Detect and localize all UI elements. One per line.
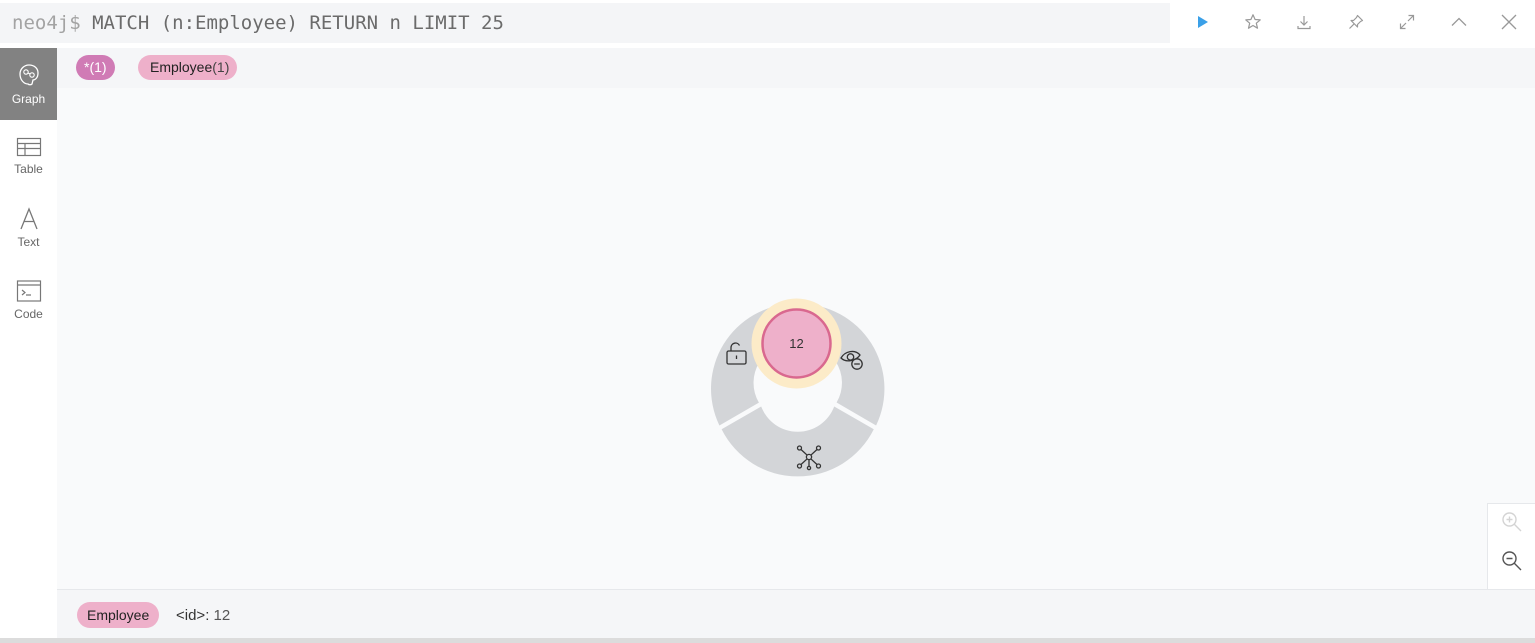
query-editor[interactable]: neo4j$ MATCH (n:Employee) RETURN n LIMIT… xyxy=(0,3,1170,43)
query-bar: neo4j$ MATCH (n:Employee) RETURN n LIMIT… xyxy=(0,0,1535,46)
query-prompt: neo4j$ xyxy=(12,12,81,34)
graph-icon xyxy=(18,64,39,86)
query-text[interactable]: MATCH (n:Employee) RETURN n LIMIT 25 xyxy=(92,12,504,34)
label-pill-employee[interactable]: Employee(1) xyxy=(138,55,238,80)
code-icon xyxy=(16,280,41,302)
sidebar-item-graph[interactable]: Graph xyxy=(0,48,57,120)
pin-button[interactable] xyxy=(1342,8,1370,36)
zoom-out-button[interactable] xyxy=(1500,549,1524,573)
zoom-controls xyxy=(1487,503,1535,590)
play-icon xyxy=(1198,16,1208,28)
property-key: <id>: xyxy=(176,607,210,624)
sidebar-item-text[interactable]: Text xyxy=(0,192,57,264)
node-caption: 12 xyxy=(789,336,803,351)
inspector-footer: Employee <id>: 12 xyxy=(57,589,1535,639)
download-button[interactable] xyxy=(1290,8,1318,36)
sidebar-item-label: Text xyxy=(17,235,40,249)
sidebar-item-label: Graph xyxy=(11,92,46,106)
footer-label-pill[interactable]: Employee xyxy=(77,602,160,628)
star-icon xyxy=(1245,14,1261,29)
fullscreen-button[interactable] xyxy=(1393,8,1421,36)
text-icon xyxy=(19,207,38,230)
graph-canvas[interactable]: 12 xyxy=(57,88,1535,589)
frame-bottom-border xyxy=(0,638,1535,643)
chevron-up-icon xyxy=(1451,17,1467,26)
sidebar-item-label: Table xyxy=(14,162,43,176)
table-icon xyxy=(16,137,41,157)
footer-property: <id>: 12 xyxy=(176,607,230,624)
download-icon xyxy=(1297,16,1311,30)
sidebar-item-code[interactable]: Code xyxy=(0,264,57,336)
run-button[interactable] xyxy=(1189,8,1217,36)
pin-icon xyxy=(1349,14,1364,29)
property-value: 12 xyxy=(213,607,231,624)
sidebar-item-label: Code xyxy=(14,307,43,321)
sidebar-item-table[interactable]: Table xyxy=(0,120,57,192)
zoom-in-button[interactable] xyxy=(1500,510,1524,534)
favorite-button[interactable] xyxy=(1239,8,1267,36)
close-button[interactable] xyxy=(1495,8,1523,36)
labels-bar: *(1) Employee(1) xyxy=(57,48,1535,88)
expand-icon xyxy=(1399,14,1415,30)
close-icon xyxy=(1501,14,1517,30)
view-sidebar: Graph Table Text Code xyxy=(0,48,57,638)
label-pill-all[interactable]: *(1) xyxy=(76,55,115,80)
zoom-in-icon xyxy=(1502,512,1522,532)
graph-view: *(1) Employee(1) 12 Employee <id>: 12 xyxy=(57,48,1535,639)
collapse-button[interactable] xyxy=(1445,8,1473,36)
zoom-out-icon xyxy=(1502,551,1522,571)
